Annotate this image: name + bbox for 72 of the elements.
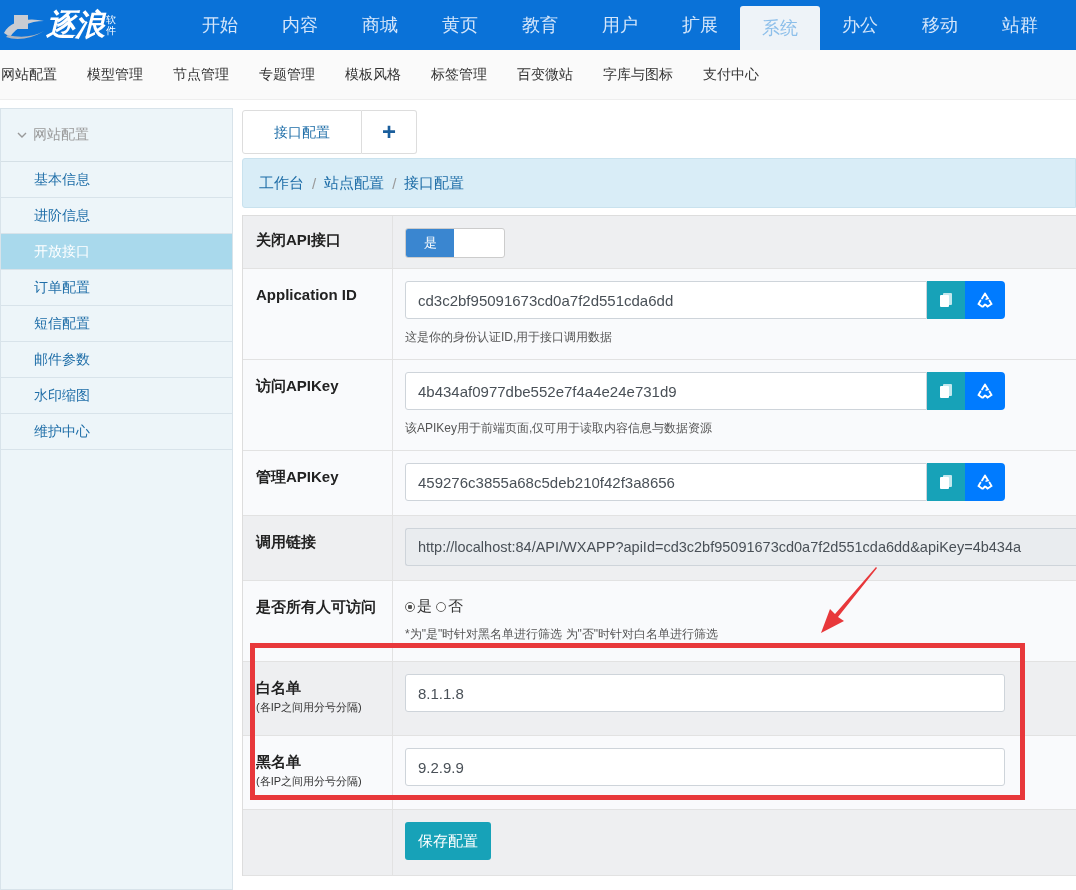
save-button[interactable]: 保存配置 [405, 822, 491, 860]
breadcrumb-link[interactable]: 站点配置 [324, 173, 385, 193]
field-label: Application ID [256, 285, 358, 305]
sidebar-item[interactable]: 维护中心 [1, 414, 232, 450]
add-tab-button[interactable]: + [362, 110, 417, 154]
nav-tab[interactable]: 教育 [500, 0, 580, 50]
recycle-icon [977, 292, 993, 308]
nav-tab[interactable]: 商城 [340, 0, 420, 50]
field-label: 是否所有人可访问 [256, 598, 377, 617]
text-field[interactable]: 9.2.9.9 [405, 748, 1005, 786]
breadcrumb-separator: / [392, 174, 397, 192]
help-text: *为"是"时针对黑名单进行筛选 为"否"时针对白名单进行筛选 [405, 626, 720, 643]
regenerate-button[interactable] [965, 281, 1005, 319]
sidebar-item[interactable]: 基本信息 [1, 162, 232, 198]
nav-tab[interactable]: 扩展 [660, 0, 740, 50]
radio-option[interactable]: 否 [436, 597, 463, 616]
field-label: 关闭API接口 [256, 230, 342, 250]
sidebar-item[interactable]: 水印缩图 [1, 378, 232, 414]
copy-button[interactable] [927, 281, 965, 319]
sub-nav-item[interactable]: 支付中心 [702, 65, 760, 84]
nav-tab[interactable]: 开始 [180, 0, 260, 50]
field-note: (各IP之间用分号分隔) [256, 700, 363, 715]
sidebar-item[interactable]: 短信配置 [1, 306, 232, 342]
copy-icon [939, 383, 953, 399]
help-text: 该APIKey用于前端页面,仅可用于读取内容信息与数据资源 [405, 420, 714, 437]
toggle-switch[interactable]: 是 [405, 228, 505, 258]
field-label: 调用链接 [256, 532, 317, 552]
field-label: 访问APIKey [256, 376, 340, 396]
regenerate-button[interactable] [965, 372, 1005, 410]
nav-tab[interactable]: 办公 [820, 0, 900, 50]
help-text: 这是你的身份认证ID,用于接口调用数据 [405, 329, 614, 346]
nav-tab[interactable]: 用户 [580, 0, 660, 50]
regenerate-button[interactable] [965, 463, 1005, 501]
sub-nav-item[interactable]: 字库与图标 [602, 65, 674, 84]
logo-caption: 软件 [106, 14, 117, 36]
copy-icon [939, 474, 953, 490]
nav-tab[interactable]: 移动 [900, 0, 980, 50]
sub-nav-item[interactable]: 模板风格 [344, 65, 402, 84]
recycle-icon [977, 474, 993, 490]
field-note: (各IP之间用分号分隔) [256, 774, 363, 789]
sub-nav-item[interactable]: 专题管理 [258, 65, 316, 84]
logo-text: 逐浪 [46, 6, 104, 43]
text-field[interactable]: 4b434af0977dbe552e7f4a4e24e731d9 [405, 372, 927, 410]
arrow-icon [820, 567, 880, 635]
sub-nav-item[interactable]: 百变微站 [516, 65, 574, 84]
copy-button[interactable] [927, 372, 965, 410]
copy-icon [939, 292, 953, 308]
sidebar-item[interactable]: 订单配置 [1, 270, 232, 306]
breadcrumb-link[interactable]: 工作台 [259, 173, 304, 193]
breadcrumb-separator: / [312, 174, 317, 192]
text-field[interactable]: 459276c3855a68c5deb210f42f3a8656 [405, 463, 927, 501]
text-field[interactable]: http://localhost:84/API/WXAPP?apiId=cd3c2bf95091673cd0a7f2d551cda6dd&apiKey=4b434a [405, 528, 1076, 566]
text-field[interactable]: 8.1.1.8 [405, 674, 1005, 712]
text-field[interactable]: cd3c2bf95091673cd0a7f2d551cda6dd [405, 281, 927, 319]
sidebar-item[interactable]: 邮件参数 [1, 342, 232, 378]
recycle-icon [977, 383, 993, 399]
sub-nav-item[interactable]: 模型管理 [86, 65, 144, 84]
field-label: 白名单 [256, 678, 302, 698]
field-label: 管理APIKey [256, 467, 340, 487]
sub-nav-item[interactable]: 标签管理 [430, 65, 488, 84]
nav-tab[interactable]: 站群 [980, 0, 1060, 50]
radio-option[interactable]: 是 [405, 597, 432, 616]
copy-button[interactable] [927, 463, 965, 501]
nav-tab[interactable]: 内容 [260, 0, 340, 50]
chevron-down-icon [17, 131, 27, 139]
nav-tab[interactable]: 黄页 [420, 0, 500, 50]
field-label: 黑名单 [256, 752, 302, 772]
sub-nav-item[interactable]: 节点管理 [172, 65, 230, 84]
sidebar-header[interactable]: 网站配置 [1, 109, 232, 162]
tab[interactable]: 接口配置 [242, 110, 362, 154]
sub-nav-item[interactable]: 网站配置 [0, 65, 58, 84]
breadcrumb-link[interactable]: 接口配置 [404, 173, 465, 193]
